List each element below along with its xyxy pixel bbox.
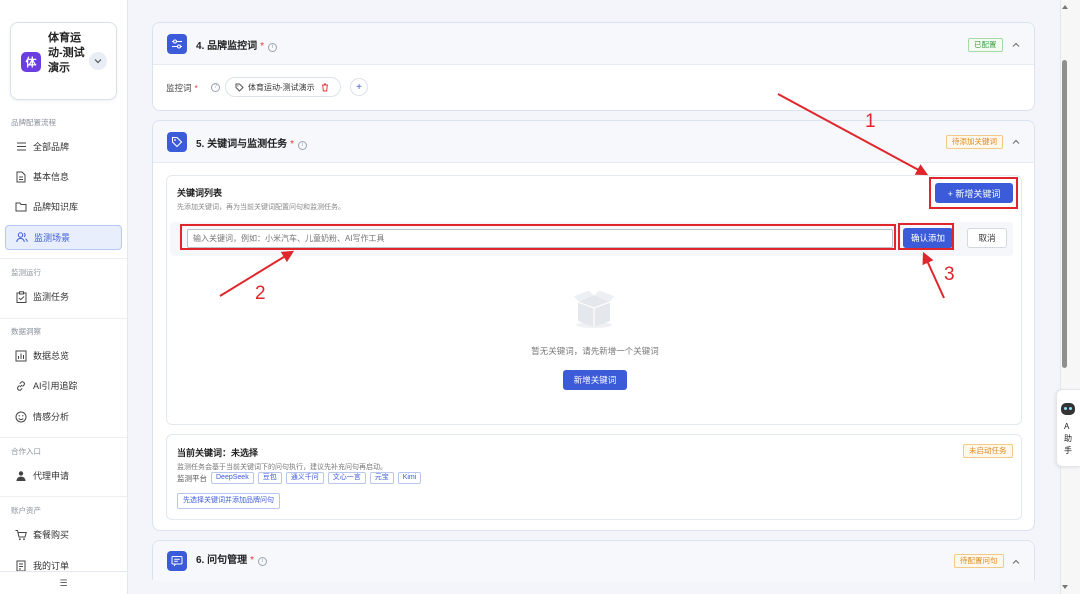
scrollbar-thumb[interactable] [1062, 60, 1067, 368]
annotation-arrow-3 [922, 251, 945, 299]
annotation-arrows [219, 93, 945, 299]
assistant-label-line: 助 [1064, 434, 1072, 443]
scroll-down-arrow-icon[interactable] [1061, 584, 1069, 590]
assistant-tab[interactable]: A 助 手 [1056, 389, 1080, 467]
annotation-number-1: 1 [865, 111, 876, 132]
scroll-up-arrow-icon[interactable] [1061, 4, 1069, 10]
annotation-number-2: 2 [255, 283, 266, 304]
assistant-label-line: A [1064, 422, 1070, 431]
annotation-arrow-1 [777, 93, 929, 176]
assistant-label-line: 手 [1064, 446, 1072, 455]
assistant-label: A 助 手 [1064, 421, 1072, 457]
robot-icon [1061, 403, 1075, 415]
annotation-number-3: 3 [944, 264, 955, 285]
